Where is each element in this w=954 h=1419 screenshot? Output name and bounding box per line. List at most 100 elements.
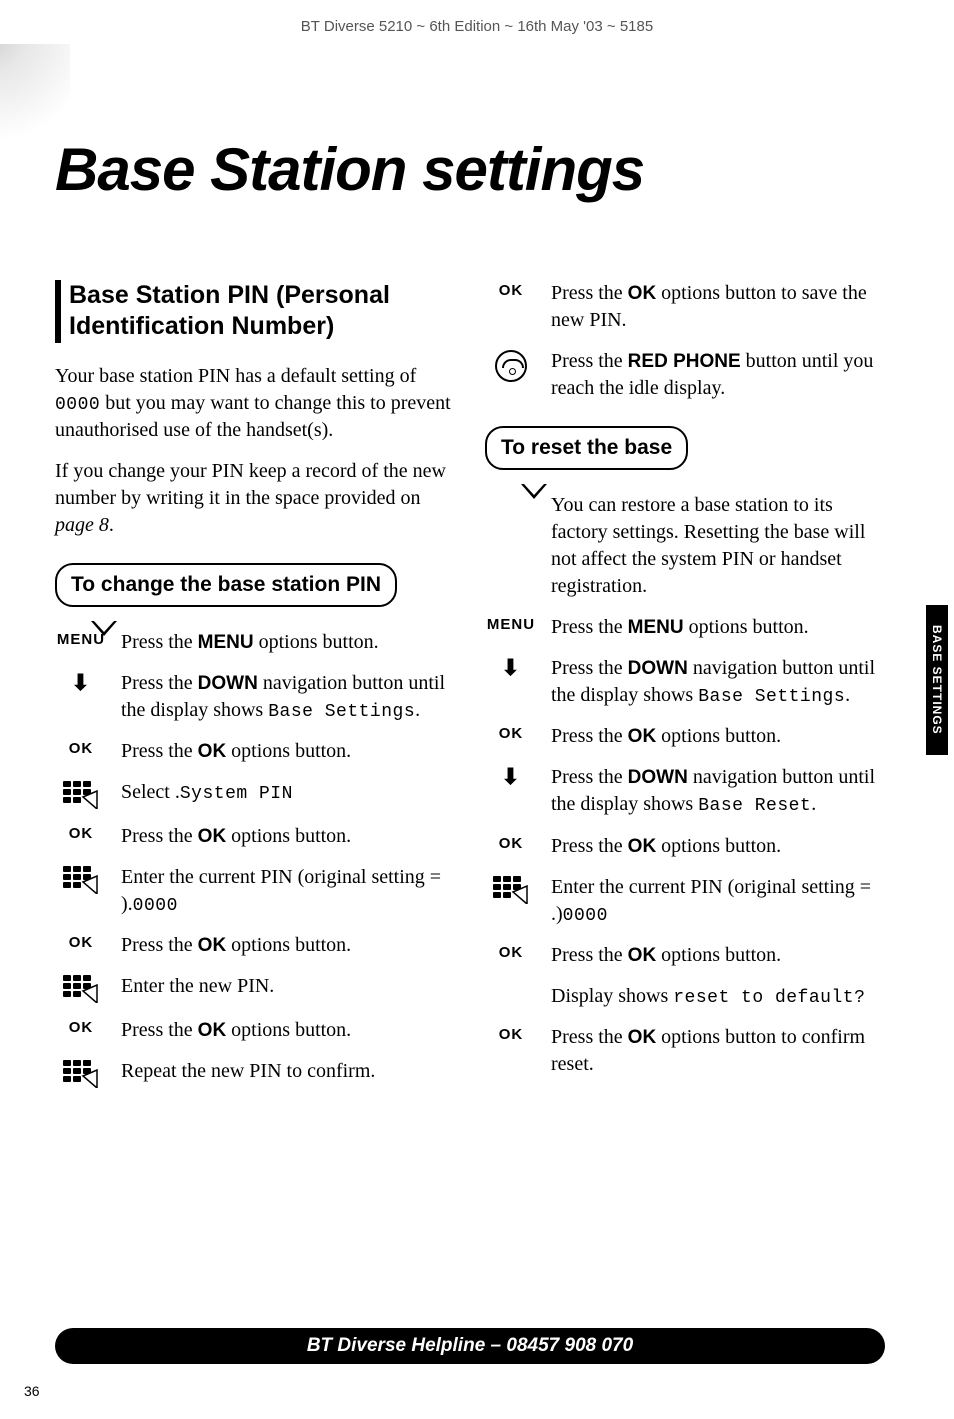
- side-tab: BASE SETTINGS: [926, 605, 948, 755]
- text: Press the: [121, 631, 198, 653]
- callout-label: To reset the base: [485, 426, 688, 470]
- bold-key: DOWN: [628, 658, 688, 679]
- text: Enter the current PIN (original setting …: [121, 866, 441, 888]
- ok-icon: OK: [69, 825, 94, 842]
- step-text: Press the OK options button to confirm r…: [551, 1024, 885, 1078]
- step-icon: [55, 973, 107, 1003]
- step-text: Enter the current PIN (original setting …: [551, 874, 885, 928]
- bold-key: OK: [198, 826, 227, 847]
- text: .: [845, 684, 850, 706]
- text: Select: [121, 781, 175, 803]
- bold-key: MENU: [198, 632, 254, 653]
- callout-change-pin: To change the base station PIN: [55, 563, 455, 607]
- reset-intro-row: You can restore a base station to its fa…: [485, 492, 885, 600]
- text: Press the: [121, 1019, 198, 1041]
- step-row: OK Press the OK options button.: [55, 738, 455, 765]
- step-row: OKPress the OK options button.: [55, 1017, 455, 1044]
- step-text: Press the OK options button.: [121, 738, 455, 765]
- bold-key: RED PHONE: [628, 351, 741, 372]
- step-text: Press the OK options button.: [551, 833, 885, 860]
- red-phone-icon: [495, 350, 527, 382]
- bold-key: OK: [628, 283, 657, 304]
- keypad-icon: [63, 781, 99, 809]
- arrow-down-icon: ⬇: [501, 657, 520, 679]
- step-row: Display shows reset to default?: [485, 983, 885, 1010]
- text: Press the: [551, 944, 628, 966]
- text: Press the: [551, 616, 628, 638]
- text: .: [109, 514, 114, 536]
- bold-key: DOWN: [198, 673, 258, 694]
- arrow-down-icon: ⬇: [501, 766, 520, 788]
- columns: Base Station PIN (Personal Identificatio…: [55, 280, 885, 1102]
- text: Display shows: [551, 985, 673, 1007]
- header-line: BT Diverse 5210 ~ 6th Edition ~ 16th May…: [0, 18, 954, 35]
- steps-reset-base: You can restore a base station to its fa…: [485, 492, 885, 1078]
- step-icon: [485, 874, 537, 904]
- step-icon: ⬇: [485, 655, 537, 679]
- text: Repeat the new PIN to confirm.: [121, 1060, 375, 1082]
- text: options button.: [684, 616, 809, 638]
- step-icon: [485, 983, 537, 985]
- text: .: [415, 699, 420, 721]
- page-ref: page 8: [55, 514, 109, 536]
- bold-key: OK: [198, 1020, 227, 1041]
- step-text: Press the RED PHONE button until you rea…: [551, 348, 885, 402]
- step-text: Repeat the new PIN to confirm.: [121, 1058, 455, 1085]
- text: Press the: [551, 282, 628, 304]
- text: options button.: [656, 835, 781, 857]
- page: BT Diverse 5210 ~ 6th Edition ~ 16th May…: [0, 0, 954, 1419]
- step-row: Repeat the new PIN to confirm.: [55, 1058, 455, 1088]
- step-icon: OK: [55, 932, 107, 951]
- step-text: Press the DOWN navigation button until t…: [121, 670, 455, 724]
- ok-icon: OK: [69, 1019, 94, 1036]
- step-row: MENUPress the MENU options button.: [485, 614, 885, 641]
- text: options button.: [226, 825, 351, 847]
- text: ).: [121, 893, 133, 915]
- step-icon: [55, 1058, 107, 1088]
- step-text: Press the DOWN navigation button until t…: [551, 764, 885, 818]
- lcd-text: System PIN: [180, 784, 293, 804]
- text: options button.: [656, 944, 781, 966]
- step-row: ⬇Press the DOWN navigation button until …: [55, 670, 455, 724]
- step-row: ⬇ Press the DOWN navigation button until …: [485, 655, 885, 709]
- step-text: Press the OK options button.: [551, 942, 885, 969]
- menu-icon: MENU: [487, 616, 535, 633]
- bold-key: OK: [198, 935, 227, 956]
- ok-icon: OK: [69, 740, 94, 757]
- step-text: Display shows reset to default?: [551, 983, 885, 1010]
- step-icon: OK: [55, 738, 107, 757]
- text: Press the: [551, 657, 628, 679]
- step-row: ⬇ Press the DOWN navigation button until …: [485, 764, 885, 818]
- text: If you change your PIN keep a record of …: [55, 460, 446, 509]
- ok-icon: OK: [499, 835, 524, 852]
- text: Press the: [551, 766, 628, 788]
- step-row: Enter the current PIN (original setting …: [55, 864, 455, 918]
- text: Enter the current PIN (original setting …: [551, 876, 871, 898]
- left-column: Base Station PIN (Personal Identificatio…: [55, 280, 455, 1102]
- text: .: [811, 793, 816, 815]
- step-icon: [485, 348, 537, 382]
- step-icon: OK: [55, 1017, 107, 1036]
- step-row: OKPress the OK options button.: [485, 723, 885, 750]
- lcd-text: Base Settings: [268, 702, 415, 722]
- text: options button.: [254, 631, 379, 653]
- bold-key: OK: [628, 1027, 657, 1048]
- pin-para-2: If you change your PIN keep a record of …: [55, 458, 455, 539]
- steps-change-pin: MENUPress the MENU options button.⬇Press…: [55, 629, 455, 1089]
- keypad-icon: [63, 1060, 99, 1088]
- ok-icon: OK: [499, 282, 524, 299]
- pin-para-1: Your base station PIN has a default sett…: [55, 363, 455, 444]
- text: options button.: [226, 1019, 351, 1041]
- text: Press the: [551, 725, 628, 747]
- text: but you may want to change this to preve…: [55, 392, 451, 441]
- step-row: Select .System PIN: [55, 779, 455, 809]
- step-icon: ⬇: [485, 764, 537, 788]
- step-text: Select .System PIN: [121, 779, 455, 806]
- step-text: Press the DOWN navigation button until t…: [551, 655, 885, 709]
- step-text: Press the OK options button.: [121, 932, 455, 959]
- step-text: Enter the current PIN (original setting …: [121, 864, 455, 918]
- text: options button.: [656, 725, 781, 747]
- step-text: Press the OK options button.: [551, 723, 885, 750]
- reset-intro-text: You can restore a base station to its fa…: [551, 492, 885, 600]
- step-row: OKPress the OK options button.: [55, 823, 455, 850]
